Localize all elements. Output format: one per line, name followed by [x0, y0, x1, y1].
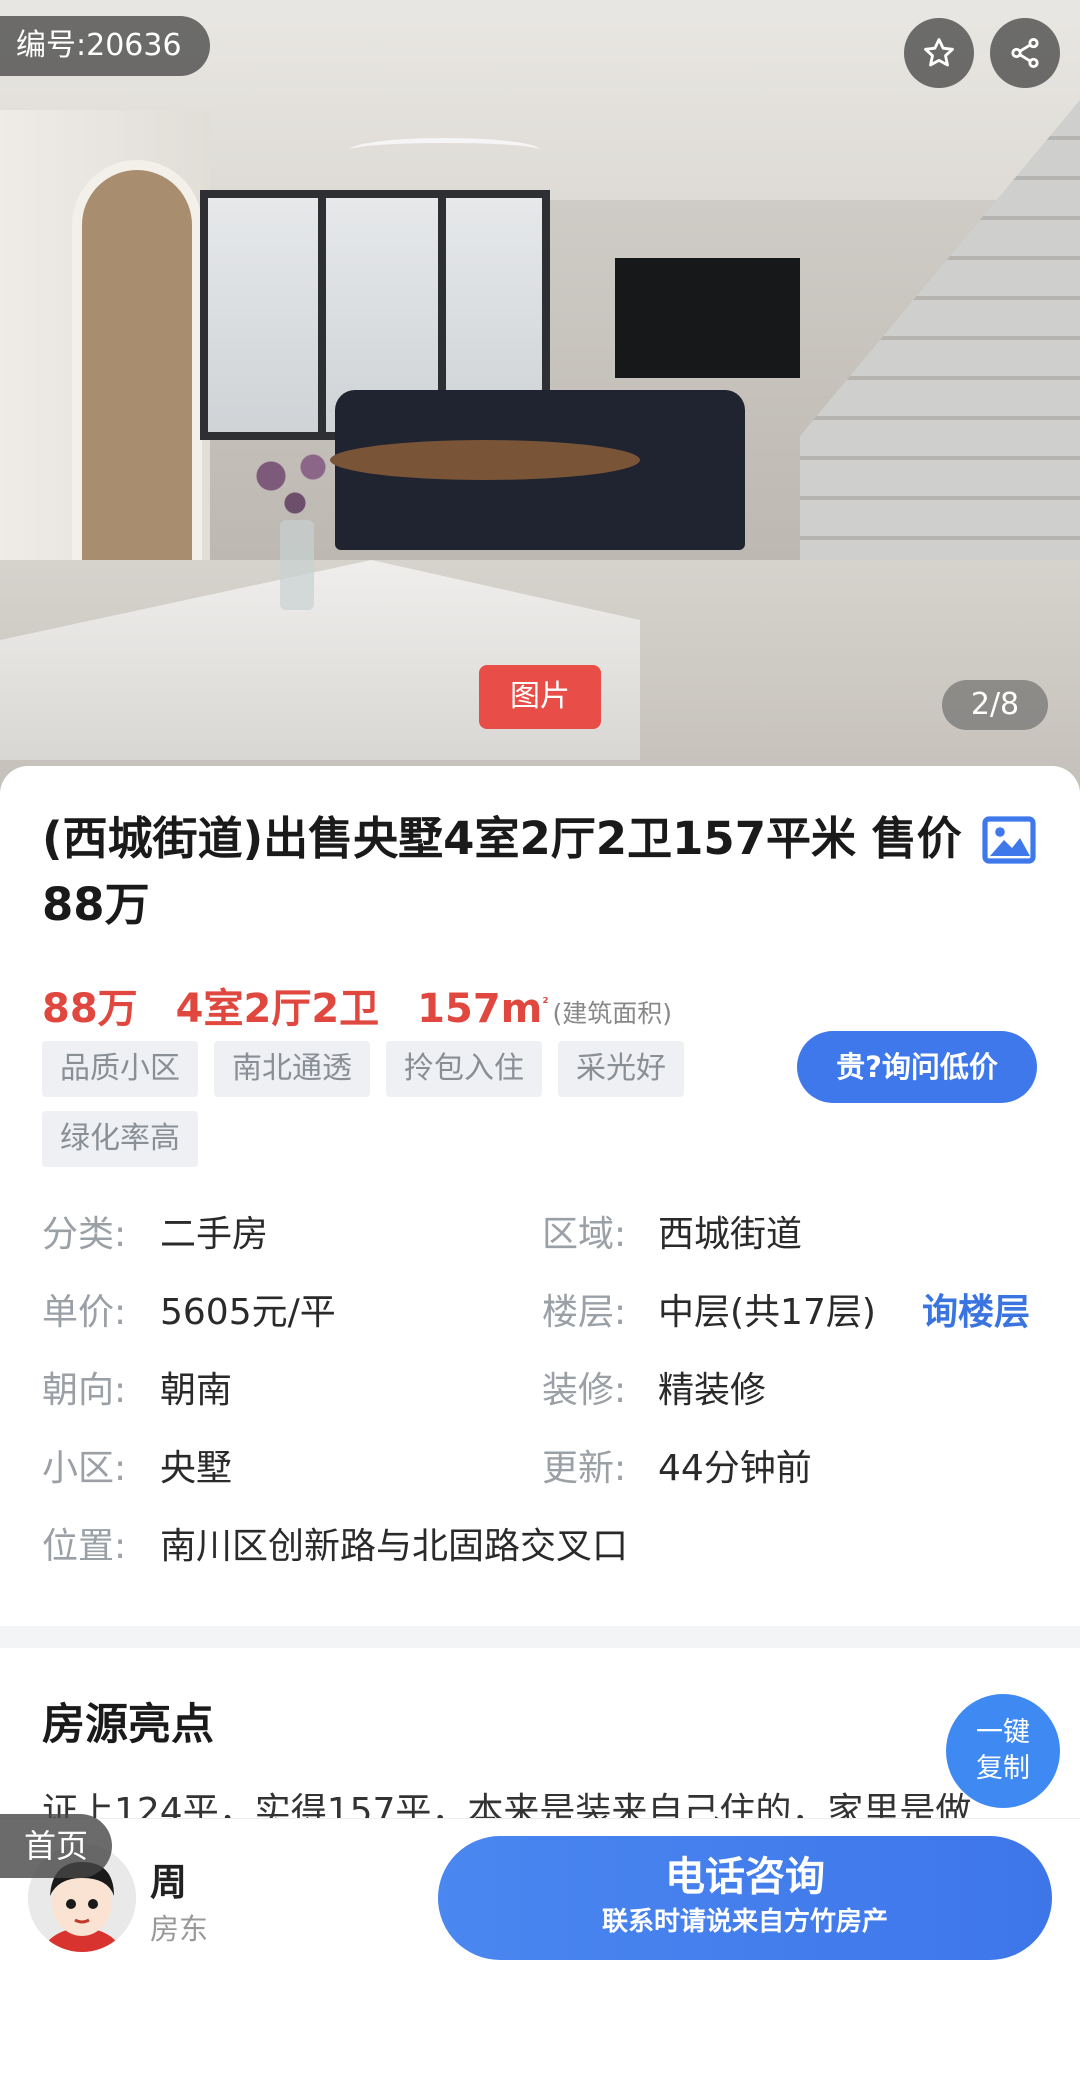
call-button-label: 电话咨询 — [665, 1854, 825, 1900]
price: 88万 — [42, 986, 138, 1032]
feature-tag: 品质小区 — [42, 1041, 198, 1097]
owner-name: 周 — [150, 1861, 187, 1904]
orientation-value: 朝南 — [160, 1370, 233, 1411]
ask-floor-link[interactable]: 询楼层 — [922, 1274, 1030, 1352]
home-button[interactable]: 首页 — [0, 1814, 112, 1878]
owner-role: 房东 — [150, 1912, 209, 1946]
star-icon — [924, 38, 954, 67]
listing-id-badge: 编号:20636 — [0, 16, 210, 76]
copy-button-line1: 一键 — [976, 1717, 1030, 1748]
copy-button-line2: 复制 — [976, 1753, 1030, 1784]
highlights-text: 证上124平，实得157平，本来是装来自己住的，家里是做 — [42, 1791, 972, 1820]
category-value: 二手房 — [160, 1214, 269, 1255]
unit-price-value: 5605元/平 — [160, 1292, 336, 1333]
feature-tag: 南北通透 — [214, 1041, 370, 1097]
share-button[interactable] — [990, 18, 1060, 88]
area-note: (建筑面积) — [552, 999, 673, 1028]
detail-row: 朝向: 朝南 装修: 精装修 — [42, 1352, 1042, 1430]
community-value: 央墅 — [160, 1448, 233, 1489]
copy-button[interactable]: 一键 复制 — [946, 1694, 1060, 1808]
photo-flowers — [235, 440, 355, 530]
photo-table — [330, 440, 640, 480]
photo-lamp — [350, 138, 540, 162]
location-label: 位置: — [42, 1526, 127, 1567]
region-value: 西城街道 — [658, 1214, 803, 1255]
ask-low-price-button[interactable]: 贵?询问低价 — [797, 1031, 1037, 1103]
image-icon[interactable] — [982, 816, 1036, 864]
area-value: 157m — [417, 986, 543, 1032]
detail-row: 单价: 5605元/平 楼层: 中层(共17层) 询楼层 — [42, 1274, 1042, 1352]
favorite-button[interactable] — [904, 18, 974, 88]
photo-vase — [280, 520, 314, 610]
highlights-title: 房源亮点 — [42, 1700, 214, 1750]
photo-window-frame — [318, 198, 326, 432]
share-icon — [1011, 37, 1039, 69]
updated-label: 更新: — [542, 1448, 627, 1489]
community-label: 小区: — [42, 1448, 127, 1489]
price-row: 88万 4室2厅2卫 157m² (建筑面积) — [42, 976, 672, 1036]
room-layout: 4室2厅2卫 — [175, 986, 380, 1032]
phone-consult-button[interactable]: 电话咨询 联系时请说来自方竹房产 — [438, 1836, 1052, 1960]
category-label: 分类: — [42, 1214, 127, 1255]
decoration-value: 精装修 — [658, 1370, 767, 1411]
listing-info-card: (西城街道)出售央墅4室2厅2卫157平米 售价88万 88万 4室2厅2卫 1… — [0, 766, 1080, 1626]
updated-value: 44分钟前 — [658, 1448, 812, 1489]
listing-title: (西城街道)出售央墅4室2厅2卫157平米 售价88万 — [42, 812, 962, 931]
unit-price-label: 单价: — [42, 1292, 127, 1333]
detail-row: 小区: 央墅 更新: 44分钟前 — [42, 1430, 1042, 1508]
photo-shelf — [72, 160, 202, 580]
detail-row: 分类: 二手房 区域: 西城街道 — [42, 1196, 1042, 1274]
region-label: 区域: — [542, 1214, 627, 1255]
feature-tag: 绿化率高 — [42, 1111, 198, 1167]
call-button-sublabel: 联系时请说来自方竹房产 — [601, 1907, 888, 1937]
floor-value: 中层(共17层) — [658, 1292, 876, 1333]
detail-row: 位置: 南川区创新路与北固路交叉口 — [42, 1508, 1042, 1586]
orientation-label: 朝向: — [42, 1370, 127, 1411]
listing-photo[interactable]: 编号:20636 图片 2/8 — [0, 0, 1080, 800]
photo-counter: 2/8 — [942, 680, 1048, 730]
feature-tag: 拎包入住 — [386, 1041, 542, 1097]
section-divider — [0, 1626, 1080, 1648]
feature-tag: 采光好 — [558, 1041, 684, 1097]
property-details: 分类: 二手房 区域: 西城街道 单价: 5605元/平 楼层: 中层(共17层… — [42, 1196, 1042, 1586]
location-value: 南川区创新路与北固路交叉口 — [160, 1526, 629, 1567]
feature-tags: 品质小区 南北通透 拎包入住 采光好 绿化率高 — [42, 1041, 782, 1167]
floor-label: 楼层: — [542, 1292, 627, 1333]
area-unit-sup: ² — [542, 995, 549, 1012]
photo-category-tag[interactable]: 图片 — [479, 665, 601, 729]
decoration-label: 装修: — [542, 1370, 627, 1411]
area: 157m² — [417, 986, 548, 1032]
photo-tv — [615, 258, 800, 378]
